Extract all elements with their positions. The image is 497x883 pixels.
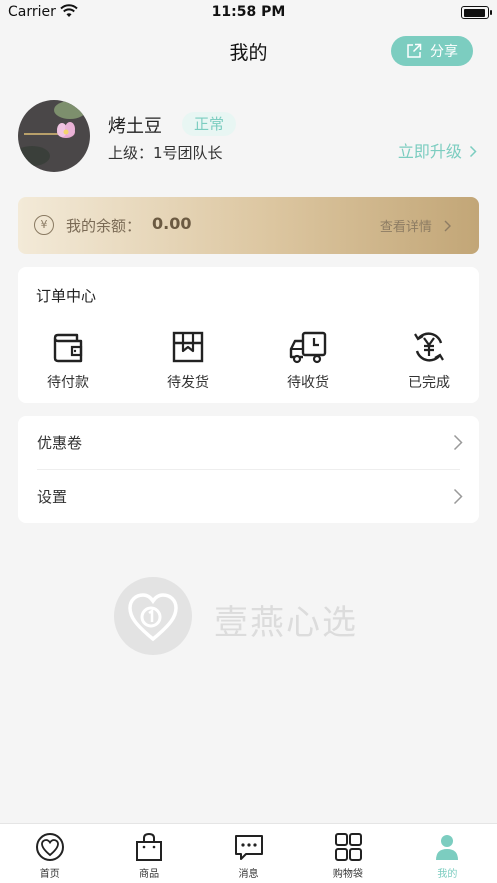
share-label: 分享 <box>430 44 458 60</box>
heart-logo-icon <box>35 833 64 861</box>
chevron-right-icon <box>453 488 463 505</box>
order-completed[interactable]: 已完成 <box>379 329 479 392</box>
tab-messages[interactable]: 消息 <box>199 824 298 883</box>
avatar[interactable] <box>18 100 90 172</box>
balance-card[interactable]: ¥ 我的余额： 0.00 查看详情 <box>18 197 479 254</box>
tab-shopping-bag[interactable]: 购物袋 <box>298 824 397 883</box>
view-details-label: 查看详情 <box>379 220 432 235</box>
menu-item-coupons[interactable]: 优惠卷 <box>18 416 479 469</box>
order-center-card: 订单中心 待付款 待发货 待收货 已完成 <box>18 267 479 403</box>
menu-item-label: 优惠卷 <box>37 434 83 452</box>
status-bar: Carrier 11:58 PM <box>0 0 497 26</box>
tab-label: 消息 <box>238 869 259 880</box>
chevron-right-icon <box>469 145 477 158</box>
truck-icon <box>289 331 327 364</box>
tab-products[interactable]: 商品 <box>99 824 198 883</box>
menu-item-settings[interactable]: 设置 <box>18 470 479 523</box>
yen-icon: ¥ <box>34 215 54 235</box>
menu-item-label: 设置 <box>37 488 68 506</box>
upgrade-label: 立即升级 <box>397 142 462 161</box>
box-icon <box>172 331 204 363</box>
brand-watermark: 壹燕心选 <box>114 577 394 655</box>
tab-label: 我的 <box>437 869 458 880</box>
chevron-right-icon <box>444 220 451 232</box>
shopping-bag-icon <box>136 832 163 861</box>
brand-logo-icon <box>114 577 192 655</box>
grid-icon <box>334 833 362 861</box>
balance-value: 0.00 <box>152 214 192 233</box>
tab-label: 商品 <box>139 869 160 880</box>
order-center-title: 订单中心 <box>36 287 97 305</box>
yuan-cycle-icon <box>414 332 444 362</box>
tab-label: 购物袋 <box>332 869 363 880</box>
superior-label: 上级：1号团队长 <box>108 144 223 162</box>
wallet-icon <box>53 333 83 363</box>
tab-label: 首页 <box>39 869 60 880</box>
order-item-label: 待发货 <box>167 375 209 391</box>
share-icon <box>407 43 422 58</box>
chevron-right-icon <box>453 434 463 451</box>
status-badge: 正常 <box>182 112 237 136</box>
order-pending-shipment[interactable]: 待发货 <box>138 329 238 392</box>
balance-label: 我的余额： <box>66 217 142 235</box>
brand-watermark-text: 壹燕心选 <box>214 603 358 643</box>
message-icon <box>234 835 263 860</box>
clock: 11:58 PM <box>211 4 286 20</box>
order-item-label: 待付款 <box>47 375 89 391</box>
order-item-label: 待收货 <box>287 375 329 391</box>
order-pending-receipt[interactable]: 待收货 <box>258 329 358 392</box>
order-pending-payment[interactable]: 待付款 <box>18 329 118 392</box>
tab-home[interactable]: 首页 <box>0 824 99 883</box>
share-button[interactable]: 分享 <box>391 36 473 66</box>
upgrade-link[interactable]: 立即升级 <box>398 138 477 162</box>
user-name: 烤土豆 <box>108 116 162 137</box>
tab-mine[interactable]: 我的 <box>398 824 497 883</box>
person-icon <box>436 835 459 860</box>
view-details-link[interactable]: 查看详情 <box>380 216 451 235</box>
menu-card: 优惠卷 设置 <box>18 416 479 523</box>
tab-bar: 首页 商品 消息 购物袋 我的 <box>0 823 497 883</box>
battery-icon <box>461 6 492 19</box>
order-item-label: 已完成 <box>408 375 450 391</box>
